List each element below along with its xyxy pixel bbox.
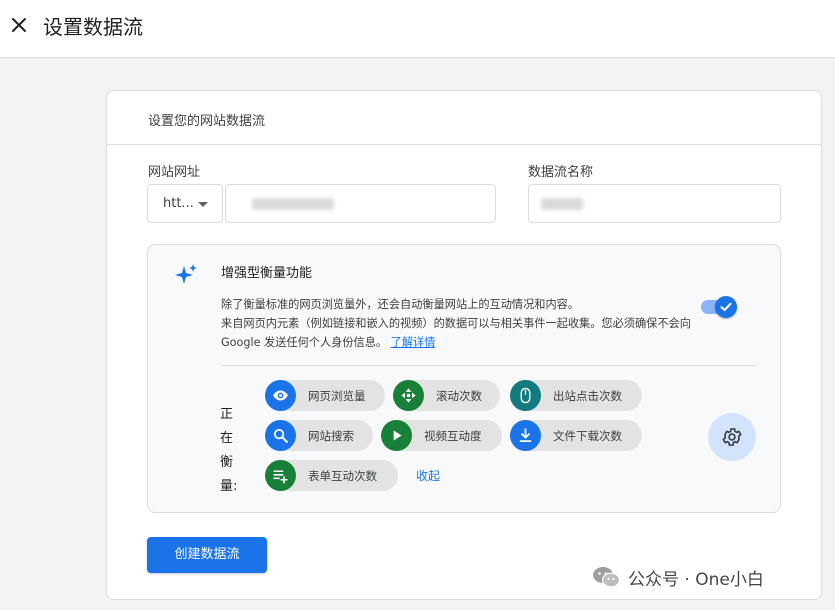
redacted-stream-name [541,198,583,210]
setup-stream-card: 设置您的网站数据流 网站网址 数据流名称 htt... 增强型衡量功能 除了衡量… [106,90,822,600]
description-line-2: 来自网页内元素（例如链接和嵌入的视频）的数据可以与相关事件一起收集。您必须确保不… [221,317,691,349]
learn-more-link[interactable]: 了解详情 [391,336,436,349]
sparkle-icon [174,263,198,287]
redacted-url [252,198,334,210]
measuring-label: 正在衡量: [220,407,238,494]
website-url-label: 网站网址 [148,165,201,180]
enhanced-measurement-description: 除了衡量标准的网页浏览量外，还会自动衡量网站上的互动情况和内容。 来自网页内元素… [221,295,701,352]
toggle-thumb [715,296,737,318]
close-icon[interactable] [7,13,31,37]
search-icon [265,420,296,451]
chip-form-interactions[interactable]: 表单互动次数 [265,460,398,491]
eye-icon [265,380,296,411]
card-header: 设置您的网站数据流 [107,91,821,145]
scroll-arrows-icon [393,380,424,411]
card-title: 设置您的网站数据流 [148,114,266,129]
collapse-link[interactable]: 收起 [416,467,440,484]
chip-site-search[interactable]: 网站搜索 [265,420,373,451]
stream-name-input[interactable] [528,184,781,223]
chip-page-views[interactable]: 网页浏览量 [265,380,385,411]
chip-outbound-clicks[interactable]: 出站点击次数 [510,380,642,411]
chip-label: 滚动次数 [436,389,482,403]
chevron-down-icon [198,202,208,207]
mouse-icon [510,380,541,411]
wechat-icon [593,567,620,588]
chip-label: 出站点击次数 [553,389,622,403]
chip-label: 表单互动次数 [308,469,377,483]
page-title: 设置数据流 [43,15,143,39]
chip-label: 视频互动度 [424,429,482,443]
chip-label: 网页浏览量 [308,389,366,403]
enhanced-measurement-panel: 增强型衡量功能 除了衡量标准的网页浏览量外，还会自动衡量网站上的互动情况和内容。… [147,244,781,513]
measurement-settings-button[interactable] [708,413,756,461]
website-url-input[interactable] [225,184,496,223]
watermark-text: 公众号 · One小白 [628,570,764,590]
top-bar: 设置数据流 [0,0,835,58]
stream-name-label: 数据流名称 [528,165,594,180]
check-icon [720,302,732,311]
enhanced-measurement-title: 增强型衡量功能 [221,266,313,281]
create-stream-button[interactable]: 创建数据流 [147,537,267,573]
description-line-1: 除了衡量标准的网页浏览量外，还会自动衡量网站上的互动情况和内容。 [221,298,580,311]
protocol-value: htt... [163,196,194,211]
divider [221,365,756,366]
chip-label: 文件下载次数 [553,429,622,443]
chip-file-downloads[interactable]: 文件下载次数 [510,420,642,451]
chip-scrolls[interactable]: 滚动次数 [393,380,500,411]
play-icon [381,420,412,451]
gear-icon [722,428,742,446]
protocol-select[interactable]: htt... [147,184,223,223]
chip-label: 网站搜索 [308,429,354,443]
form-add-icon [265,460,296,491]
download-icon [510,420,541,451]
chip-video-engagement[interactable]: 视频互动度 [381,420,502,451]
enhanced-measurement-toggle[interactable] [701,296,737,318]
